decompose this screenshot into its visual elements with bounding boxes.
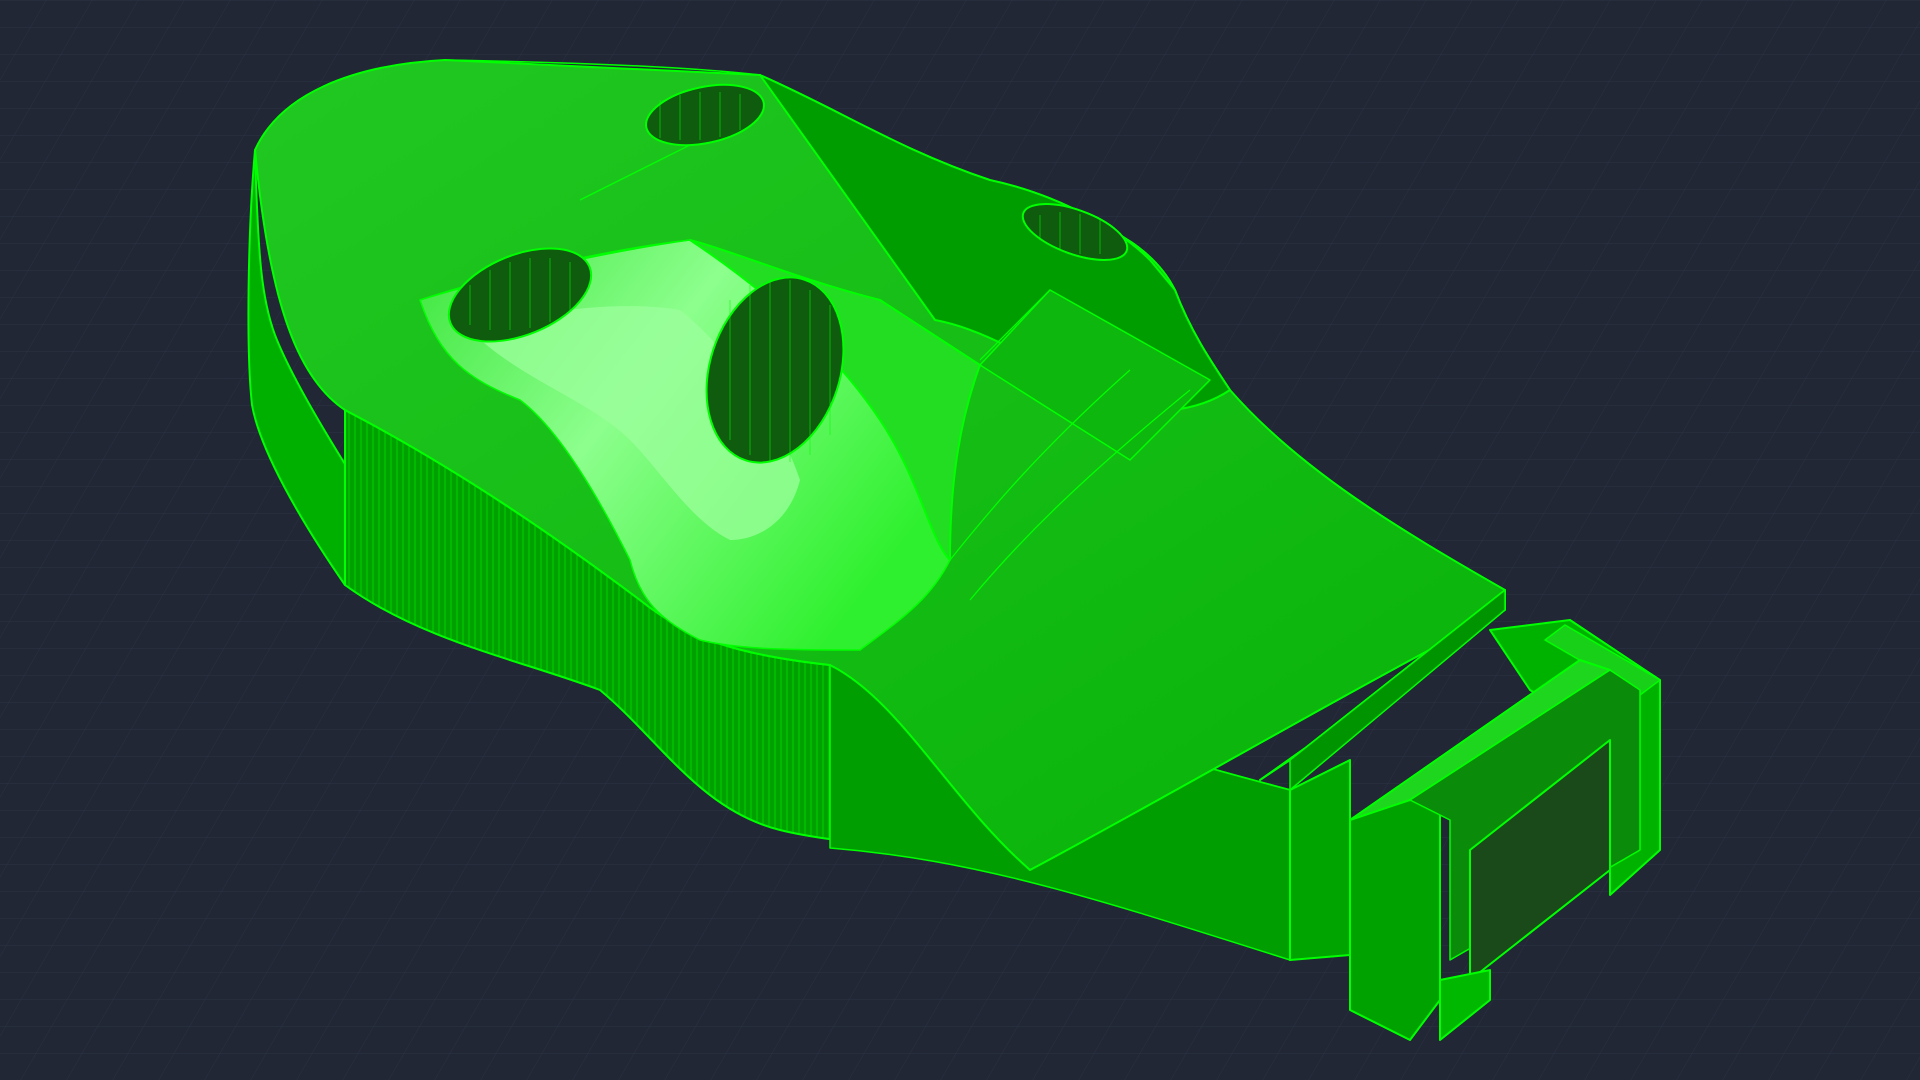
clip-front-face: [1349, 789, 1441, 1041]
model-space[interactable]: [0, 0, 1920, 1080]
cad-viewport[interactable]: [0, 0, 1920, 1080]
neck-collar: [1289, 759, 1351, 961]
